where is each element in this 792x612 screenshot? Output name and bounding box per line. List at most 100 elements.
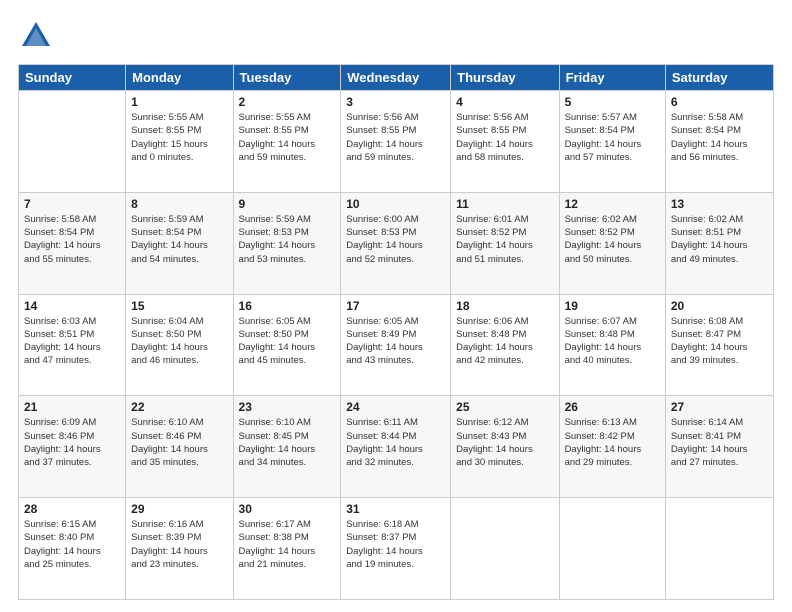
day-number: 3 bbox=[346, 95, 445, 109]
day-info: Sunrise: 6:03 AM Sunset: 8:51 PM Dayligh… bbox=[24, 315, 120, 368]
calendar-cell: 19 Sunrise: 6:07 AM Sunset: 8:48 PM Dayli… bbox=[559, 294, 665, 396]
day-info: Sunrise: 5:56 AM Sunset: 8:55 PM Dayligh… bbox=[456, 111, 553, 164]
day-number: 21 bbox=[24, 400, 120, 414]
day-header-saturday: Saturday bbox=[665, 65, 773, 91]
day-number: 19 bbox=[565, 299, 660, 313]
day-number: 31 bbox=[346, 502, 445, 516]
calendar-cell: 8 Sunrise: 5:59 AM Sunset: 8:54 PM Daylig… bbox=[126, 192, 233, 294]
day-info: Sunrise: 6:17 AM Sunset: 8:38 PM Dayligh… bbox=[239, 518, 336, 571]
day-number: 17 bbox=[346, 299, 445, 313]
day-info: Sunrise: 6:16 AM Sunset: 8:39 PM Dayligh… bbox=[131, 518, 227, 571]
day-number: 18 bbox=[456, 299, 553, 313]
calendar-cell: 21 Sunrise: 6:09 AM Sunset: 8:46 PM Dayli… bbox=[19, 396, 126, 498]
day-number: 29 bbox=[131, 502, 227, 516]
day-info: Sunrise: 5:58 AM Sunset: 8:54 PM Dayligh… bbox=[671, 111, 768, 164]
calendar-cell: 11 Sunrise: 6:01 AM Sunset: 8:52 PM Dayli… bbox=[451, 192, 559, 294]
day-info: Sunrise: 6:10 AM Sunset: 8:45 PM Dayligh… bbox=[239, 416, 336, 469]
day-info: Sunrise: 6:01 AM Sunset: 8:52 PM Dayligh… bbox=[456, 213, 553, 266]
day-number: 16 bbox=[239, 299, 336, 313]
calendar-cell bbox=[19, 91, 126, 193]
calendar-cell: 16 Sunrise: 6:05 AM Sunset: 8:50 PM Dayli… bbox=[233, 294, 341, 396]
calendar-cell: 27 Sunrise: 6:14 AM Sunset: 8:41 PM Dayli… bbox=[665, 396, 773, 498]
day-number: 12 bbox=[565, 197, 660, 211]
day-header-tuesday: Tuesday bbox=[233, 65, 341, 91]
calendar-cell: 24 Sunrise: 6:11 AM Sunset: 8:44 PM Dayli… bbox=[341, 396, 451, 498]
calendar-cell: 26Sunrise: 6:13 AM Sunset: 8:42 PM Dayli… bbox=[559, 396, 665, 498]
week-row-4: 21 Sunrise: 6:09 AM Sunset: 8:46 PM Dayli… bbox=[19, 396, 774, 498]
day-header-sunday: Sunday bbox=[19, 65, 126, 91]
day-info: Sunrise: 6:00 AM Sunset: 8:53 PM Dayligh… bbox=[346, 213, 445, 266]
calendar-cell: 14 Sunrise: 6:03 AM Sunset: 8:51 PM Dayli… bbox=[19, 294, 126, 396]
day-info: Sunrise: 5:57 AM Sunset: 8:54 PM Dayligh… bbox=[565, 111, 660, 164]
calendar-cell: 20 Sunrise: 6:08 AM Sunset: 8:47 PM Dayli… bbox=[665, 294, 773, 396]
calendar-cell: 17 Sunrise: 6:05 AM Sunset: 8:49 PM Dayli… bbox=[341, 294, 451, 396]
day-info: Sunrise: 5:55 AM Sunset: 8:55 PM Dayligh… bbox=[131, 111, 227, 164]
week-row-5: 28 Sunrise: 6:15 AM Sunset: 8:40 PM Dayli… bbox=[19, 498, 774, 600]
day-number: 10 bbox=[346, 197, 445, 211]
calendar-cell: 10 Sunrise: 6:00 AM Sunset: 8:53 PM Dayli… bbox=[341, 192, 451, 294]
day-number: 23 bbox=[239, 400, 336, 414]
day-number: 30 bbox=[239, 502, 336, 516]
day-info: Sunrise: 6:11 AM Sunset: 8:44 PM Dayligh… bbox=[346, 416, 445, 469]
week-row-2: 7 Sunrise: 5:58 AM Sunset: 8:54 PM Daylig… bbox=[19, 192, 774, 294]
day-number: 25 bbox=[456, 400, 553, 414]
calendar-table: SundayMondayTuesdayWednesdayThursdayFrid… bbox=[18, 64, 774, 600]
day-info: Sunrise: 5:58 AM Sunset: 8:54 PM Dayligh… bbox=[24, 213, 120, 266]
logo bbox=[18, 18, 56, 54]
calendar-cell: 23 Sunrise: 6:10 AM Sunset: 8:45 PM Dayli… bbox=[233, 396, 341, 498]
calendar-cell: 30 Sunrise: 6:17 AM Sunset: 8:38 PM Dayli… bbox=[233, 498, 341, 600]
day-number: 6 bbox=[671, 95, 768, 109]
day-number: 1 bbox=[131, 95, 227, 109]
calendar-cell bbox=[665, 498, 773, 600]
calendar-cell: 1 Sunrise: 5:55 AM Sunset: 8:55 PM Daylig… bbox=[126, 91, 233, 193]
calendar-cell: 18 Sunrise: 6:06 AM Sunset: 8:48 PM Dayli… bbox=[451, 294, 559, 396]
calendar-cell: 29 Sunrise: 6:16 AM Sunset: 8:39 PM Dayli… bbox=[126, 498, 233, 600]
header-row: SundayMondayTuesdayWednesdayThursdayFrid… bbox=[19, 65, 774, 91]
calendar-cell: 12 Sunrise: 6:02 AM Sunset: 8:52 PM Dayli… bbox=[559, 192, 665, 294]
day-info: Sunrise: 6:05 AM Sunset: 8:50 PM Dayligh… bbox=[239, 315, 336, 368]
day-info: Sunrise: 5:56 AM Sunset: 8:55 PM Dayligh… bbox=[346, 111, 445, 164]
calendar-cell: 4Sunrise: 5:56 AM Sunset: 8:55 PM Daylig… bbox=[451, 91, 559, 193]
day-number: 11 bbox=[456, 197, 553, 211]
calendar-cell: 25 Sunrise: 6:12 AM Sunset: 8:43 PM Dayli… bbox=[451, 396, 559, 498]
calendar-page: SundayMondayTuesdayWednesdayThursdayFrid… bbox=[0, 0, 792, 612]
day-number: 27 bbox=[671, 400, 768, 414]
day-number: 26 bbox=[565, 400, 660, 414]
week-row-3: 14 Sunrise: 6:03 AM Sunset: 8:51 PM Dayli… bbox=[19, 294, 774, 396]
day-info: Sunrise: 6:06 AM Sunset: 8:48 PM Dayligh… bbox=[456, 315, 553, 368]
day-number: 8 bbox=[131, 197, 227, 211]
day-number: 24 bbox=[346, 400, 445, 414]
day-info: Sunrise: 6:05 AM Sunset: 8:49 PM Dayligh… bbox=[346, 315, 445, 368]
calendar-cell: 31 Sunrise: 6:18 AM Sunset: 8:37 PM Dayli… bbox=[341, 498, 451, 600]
calendar-cell: 28 Sunrise: 6:15 AM Sunset: 8:40 PM Dayli… bbox=[19, 498, 126, 600]
day-info: Sunrise: 6:02 AM Sunset: 8:52 PM Dayligh… bbox=[565, 213, 660, 266]
calendar-cell: 15Sunrise: 6:04 AM Sunset: 8:50 PM Dayli… bbox=[126, 294, 233, 396]
calendar-cell: 6 Sunrise: 5:58 AM Sunset: 8:54 PM Daylig… bbox=[665, 91, 773, 193]
header bbox=[18, 18, 774, 54]
day-number: 20 bbox=[671, 299, 768, 313]
calendar-cell: 13Sunrise: 6:02 AM Sunset: 8:51 PM Dayli… bbox=[665, 192, 773, 294]
calendar-cell: 2Sunrise: 5:55 AM Sunset: 8:55 PM Daylig… bbox=[233, 91, 341, 193]
day-info: Sunrise: 5:59 AM Sunset: 8:53 PM Dayligh… bbox=[239, 213, 336, 266]
day-header-friday: Friday bbox=[559, 65, 665, 91]
day-info: Sunrise: 6:07 AM Sunset: 8:48 PM Dayligh… bbox=[565, 315, 660, 368]
day-header-monday: Monday bbox=[126, 65, 233, 91]
day-info: Sunrise: 6:09 AM Sunset: 8:46 PM Dayligh… bbox=[24, 416, 120, 469]
day-number: 7 bbox=[24, 197, 120, 211]
calendar-cell: 3 Sunrise: 5:56 AM Sunset: 8:55 PM Daylig… bbox=[341, 91, 451, 193]
day-info: Sunrise: 5:59 AM Sunset: 8:54 PM Dayligh… bbox=[131, 213, 227, 266]
day-info: Sunrise: 6:15 AM Sunset: 8:40 PM Dayligh… bbox=[24, 518, 120, 571]
day-info: Sunrise: 6:18 AM Sunset: 8:37 PM Dayligh… bbox=[346, 518, 445, 571]
calendar-cell bbox=[559, 498, 665, 600]
day-header-wednesday: Wednesday bbox=[341, 65, 451, 91]
day-number: 14 bbox=[24, 299, 120, 313]
calendar-cell bbox=[451, 498, 559, 600]
calendar-cell: 22 Sunrise: 6:10 AM Sunset: 8:46 PM Dayli… bbox=[126, 396, 233, 498]
day-number: 15 bbox=[131, 299, 227, 313]
day-info: Sunrise: 6:10 AM Sunset: 8:46 PM Dayligh… bbox=[131, 416, 227, 469]
day-info: Sunrise: 6:12 AM Sunset: 8:43 PM Dayligh… bbox=[456, 416, 553, 469]
day-info: Sunrise: 6:14 AM Sunset: 8:41 PM Dayligh… bbox=[671, 416, 768, 469]
day-number: 22 bbox=[131, 400, 227, 414]
day-info: Sunrise: 6:08 AM Sunset: 8:47 PM Dayligh… bbox=[671, 315, 768, 368]
day-number: 28 bbox=[24, 502, 120, 516]
